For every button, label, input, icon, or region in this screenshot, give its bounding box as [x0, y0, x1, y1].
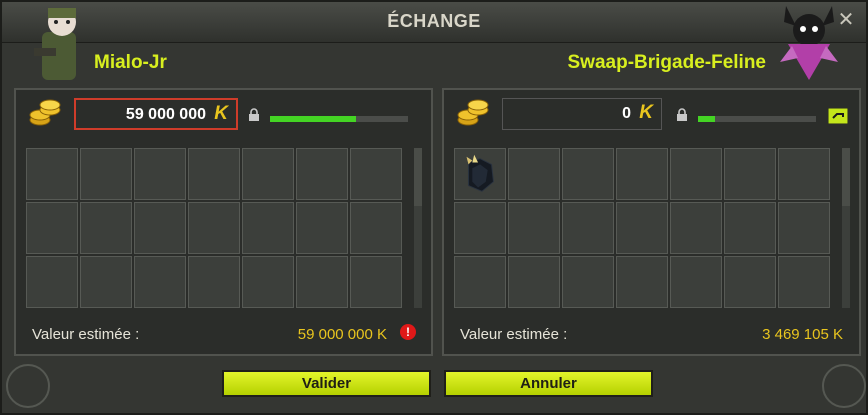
right-estimated-label: Valeur estimée : [460, 326, 568, 343]
right-item-slot[interactable] [778, 148, 830, 200]
right-item-slot[interactable] [508, 202, 560, 254]
right-item-slot[interactable] [724, 256, 776, 308]
left-item-slot[interactable] [296, 148, 348, 200]
right-weight-fill [698, 116, 715, 122]
exchange-window: ÉCHANGE ✕ Mialo-Jr Swaap-Brigade-Feline … [0, 0, 868, 415]
right-item-grid [454, 148, 830, 308]
right-item-slot[interactable] [778, 256, 830, 308]
ready-check-icon [828, 108, 848, 124]
left-scrollbar[interactable] [414, 148, 422, 308]
corner-ornament-right [822, 364, 866, 408]
lock-icon [249, 108, 259, 121]
right-item-slot[interactable] [562, 202, 614, 254]
lock-icon [677, 108, 687, 121]
left-item-slot[interactable] [26, 148, 78, 200]
right-player-avatar [780, 6, 838, 80]
kamas-coins-icon [29, 99, 61, 126]
right-item-slot[interactable] [724, 148, 776, 200]
right-item-slot[interactable] [670, 256, 722, 308]
left-scroll-thumb[interactable] [414, 148, 422, 206]
left-item-slot[interactable] [242, 256, 294, 308]
right-kamas-display: 0 K [502, 98, 662, 130]
right-item-slot[interactable] [508, 148, 560, 200]
right-item-slot[interactable] [454, 202, 506, 254]
right-item-slot[interactable] [778, 202, 830, 254]
left-estimated-value: 59 000 000 K [297, 326, 387, 343]
left-item-slot[interactable] [242, 148, 294, 200]
left-item-slot[interactable] [134, 256, 186, 308]
right-trade-panel: 0 K Valeur estimée : 3 469 105 K [442, 88, 861, 356]
right-item-slot[interactable] [616, 256, 668, 308]
left-item-slot[interactable] [350, 256, 402, 308]
right-item-slot[interactable] [724, 202, 776, 254]
right-item-slot[interactable] [670, 202, 722, 254]
left-item-slot[interactable] [350, 148, 402, 200]
warning-icon: ! [400, 324, 416, 340]
cancel-button[interactable]: Annuler [444, 370, 653, 397]
kamas-symbol: K [639, 102, 653, 123]
corner-ornament-left [6, 364, 50, 408]
kamas-coins-icon [457, 99, 489, 126]
right-player-name: Swaap-Brigade-Feline [567, 52, 767, 73]
left-item-slot[interactable] [80, 148, 132, 200]
left-estimated-label: Valeur estimée : [32, 326, 140, 343]
right-item-slot[interactable] [562, 256, 614, 308]
window-title: ÉCHANGE [387, 11, 481, 31]
left-item-slot[interactable] [80, 256, 132, 308]
left-kamas-input[interactable]: 59 000 000 K [74, 98, 238, 130]
left-player-avatar [34, 8, 76, 80]
title-bar: ÉCHANGE ✕ [2, 2, 866, 43]
right-scrollbar[interactable] [842, 148, 850, 308]
left-kamas-value: 59 000 000 [125, 106, 206, 123]
left-item-slot[interactable] [80, 202, 132, 254]
left-item-slot[interactable] [26, 202, 78, 254]
right-item-slot[interactable] [670, 148, 722, 200]
left-item-slot[interactable] [188, 148, 240, 200]
left-item-slot[interactable] [134, 148, 186, 200]
left-item-grid [26, 148, 402, 308]
right-scroll-thumb[interactable] [842, 148, 850, 206]
right-item-slot[interactable] [562, 148, 614, 200]
left-item-slot[interactable] [350, 202, 402, 254]
right-item-slot[interactable] [616, 148, 668, 200]
right-kamas-value: 0 [622, 105, 631, 122]
right-item-slot[interactable] [454, 148, 506, 200]
left-item-slot[interactable] [242, 202, 294, 254]
right-item-slot[interactable] [616, 202, 668, 254]
left-trade-panel: 59 000 000 K Valeur estimée : 59 000 000… [14, 88, 433, 356]
left-weight-bar [270, 116, 408, 122]
item-icon[interactable] [455, 149, 505, 199]
right-weight-bar [698, 116, 816, 122]
kamas-symbol: K [214, 103, 228, 124]
left-player-name: Mialo-Jr [94, 52, 167, 73]
right-item-slot[interactable] [508, 256, 560, 308]
left-item-slot[interactable] [296, 202, 348, 254]
left-item-slot[interactable] [296, 256, 348, 308]
left-weight-fill [270, 116, 356, 122]
right-estimated-value: 3 469 105 K [762, 326, 843, 343]
right-item-slot[interactable] [454, 256, 506, 308]
left-item-slot[interactable] [188, 256, 240, 308]
left-item-slot[interactable] [134, 202, 186, 254]
left-item-slot[interactable] [26, 256, 78, 308]
validate-button[interactable]: Valider [222, 370, 431, 397]
left-item-slot[interactable] [188, 202, 240, 254]
